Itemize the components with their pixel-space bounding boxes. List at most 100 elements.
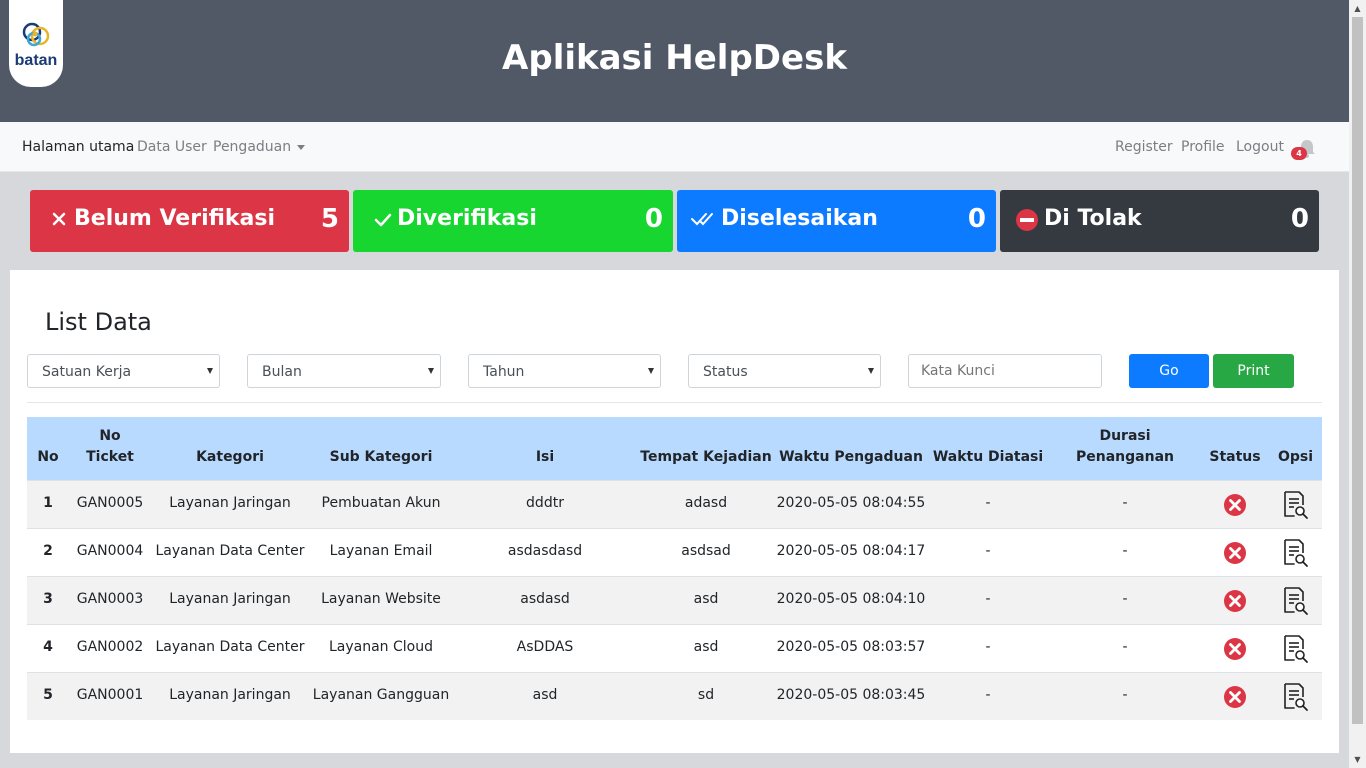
filter-label: Satuan Kerja [42, 364, 132, 380]
table-row[interactable]: 2 GAN0004 Layanan Data Center Layanan Email… [27, 528, 1322, 576]
cell-sub-kategori: Layanan Email [329, 543, 433, 559]
cell-waktu-diatasi: - [985, 639, 991, 655]
panel-title: List Data [45, 308, 152, 336]
cell-isi: asdasdasd [507, 543, 583, 559]
cell-kategori: Layanan Jaringan [169, 591, 291, 607]
card-diverifikasi[interactable]: Diverifikasi 0 [353, 190, 673, 252]
cell-waktu-pengaduan: 2020-05-05 08:04:55 [776, 495, 926, 511]
card-count: 0 [644, 204, 663, 234]
view-detail-icon[interactable] [1281, 490, 1309, 520]
cell-kategori: Layanan Data Center [155, 543, 305, 559]
no-entry-icon [1016, 209, 1038, 231]
filter-label: Status [703, 364, 748, 380]
cell-isi: AsDDAS [516, 639, 574, 655]
search-input[interactable] [908, 354, 1102, 388]
cell-kategori: Layanan Jaringan [169, 495, 291, 511]
cell-waktu-diatasi: - [985, 591, 991, 607]
table-row[interactable]: 1 GAN0005 Layanan Jaringan Pembuatan Akun dd… [27, 480, 1322, 528]
header-waktu-pengaduan: Waktu Pengaduan [779, 449, 923, 465]
cell-no-ticket: GAN0005 [76, 495, 144, 511]
cell-waktu-diatasi: - [985, 543, 991, 559]
cell-durasi-penanganan: - [1122, 639, 1128, 655]
list-data-panel: List Data Satuan Kerja Bulan Tahun Statu… [10, 270, 1339, 753]
x-circle-icon[interactable] [1223, 589, 1247, 613]
cell-no-ticket: GAN0003 [76, 591, 144, 607]
cell-no: 4 [43, 639, 53, 655]
app-header: batan Aplikasi HelpDesk [0, 0, 1349, 122]
card-di-tolak[interactable]: Di Tolak 0 [1000, 190, 1319, 252]
header-opsi: Opsi [1277, 449, 1314, 465]
cell-tempat-kejadian: asd [693, 639, 719, 655]
view-detail-icon[interactable] [1281, 682, 1309, 712]
filter-label: Bulan [262, 364, 302, 380]
cell-sub-kategori: Layanan Gangguan [312, 687, 450, 703]
x-circle-icon[interactable] [1223, 541, 1247, 565]
notification-bell[interactable]: 4 [1291, 138, 1320, 162]
x-circle-icon[interactable] [1223, 637, 1247, 661]
cell-waktu-pengaduan: 2020-05-05 08:04:17 [776, 543, 926, 559]
card-belum-verifikasi[interactable]: Belum Verifikasi 5 [30, 190, 349, 252]
cell-sub-kategori: Layanan Cloud [328, 639, 433, 655]
cell-no-ticket: GAN0001 [76, 687, 144, 703]
cell-no: 3 [43, 591, 53, 607]
x-circle-icon[interactable] [1223, 493, 1247, 517]
filter-satuan-kerja[interactable]: Satuan Kerja [27, 354, 220, 388]
filter-status[interactable]: Status [688, 354, 881, 388]
card-count: 5 [320, 204, 339, 234]
nav-pengaduan-dropdown[interactable]: Pengaduan [213, 139, 306, 155]
header-no-ticket: No Ticket [69, 426, 151, 468]
cell-isi: dddtr [526, 495, 564, 511]
notification-badge: 4 [1291, 147, 1307, 160]
cell-tempat-kejadian: asdsad [681, 543, 731, 559]
vertical-scrollbar[interactable]: ▲ ▼ [1349, 0, 1366, 768]
print-button[interactable]: Print [1213, 354, 1294, 388]
cell-sub-kategori: Pembuatan Akun [321, 495, 441, 511]
filter-tahun[interactable]: Tahun [468, 354, 661, 388]
header-isi: Isi [535, 449, 555, 465]
cell-kategori: Layanan Data Center [155, 639, 305, 655]
filter-bulan[interactable]: Bulan [247, 354, 441, 388]
scroll-down-icon[interactable]: ▼ [1349, 751, 1366, 768]
view-detail-icon[interactable] [1281, 634, 1309, 664]
nav-register[interactable]: Register [1115, 139, 1173, 155]
view-detail-icon[interactable] [1281, 586, 1309, 616]
card-count: 0 [1290, 204, 1309, 234]
dropdown-arrow-icon [428, 368, 434, 374]
cell-waktu-diatasi: - [985, 687, 991, 703]
table-row[interactable]: 3 GAN0003 Layanan Jaringan Layanan Website a… [27, 576, 1322, 624]
dropdown-arrow-icon [868, 368, 874, 374]
header-status: Status [1209, 449, 1261, 465]
cell-no: 1 [43, 495, 53, 511]
cell-waktu-pengaduan: 2020-05-05 08:03:57 [776, 639, 926, 655]
cell-durasi-penanganan: - [1122, 495, 1128, 511]
nav-data-user[interactable]: Data User [137, 139, 207, 155]
cell-tempat-kejadian: asd [693, 591, 719, 607]
scrollbar-thumb[interactable] [1352, 17, 1363, 724]
cell-durasi-penanganan: - [1122, 543, 1128, 559]
divider [27, 402, 1322, 403]
cell-sub-kategori: Layanan Website [321, 591, 441, 607]
header-no-ticket-line2: Ticket [86, 449, 134, 465]
nav-pengaduan-label: Pengaduan [213, 139, 292, 155]
table-row[interactable]: 5 GAN0001 Layanan Jaringan Layanan Gangguan… [27, 672, 1322, 720]
nav-profile[interactable]: Profile [1181, 139, 1225, 155]
x-circle-icon[interactable] [1223, 685, 1247, 709]
scroll-up-icon[interactable]: ▲ [1349, 0, 1366, 17]
view-detail-icon[interactable] [1281, 538, 1309, 568]
cell-kategori: Layanan Jaringan [169, 687, 291, 703]
cell-no: 5 [43, 687, 53, 703]
cell-no-ticket: GAN0002 [76, 639, 144, 655]
cell-tempat-kejadian: sd [697, 687, 715, 703]
nav-logout[interactable]: Logout [1236, 139, 1284, 155]
cell-isi: asdasd [520, 591, 570, 607]
go-button[interactable]: Go [1129, 354, 1209, 388]
table-row[interactable]: 4 GAN0002 Layanan Data Center Layanan Cloud… [27, 624, 1322, 672]
header-waktu-diatasi: Waktu Diatasi [932, 449, 1044, 465]
nav-halaman-utama[interactable]: Halaman utama [22, 139, 134, 155]
cell-durasi-penanganan: - [1122, 591, 1128, 607]
card-label: Diselesaikan [721, 206, 878, 231]
filter-label: Tahun [483, 364, 525, 380]
cell-no-ticket: GAN0004 [76, 543, 144, 559]
card-diselesaikan[interactable]: Diselesaikan 0 [677, 190, 996, 252]
double-check-icon [691, 213, 713, 226]
